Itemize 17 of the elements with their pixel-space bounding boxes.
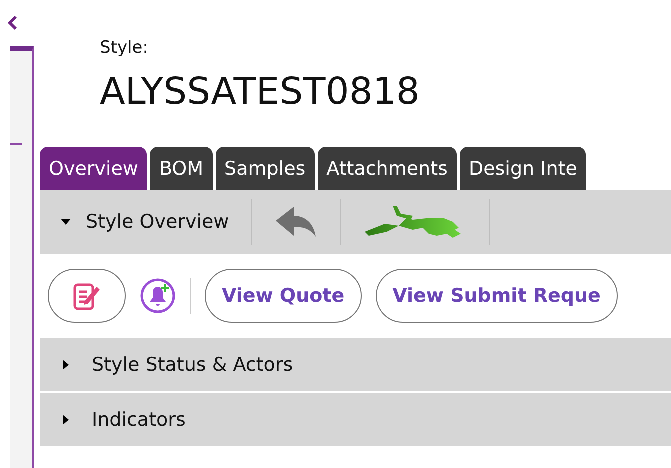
tab[interactable]: BOM (150, 147, 213, 190)
action-button[interactable]: View Quote (205, 269, 362, 323)
bell-add-icon[interactable] (140, 278, 176, 314)
tab[interactable]: Design Inte (460, 147, 586, 190)
edit-button[interactable] (48, 269, 126, 323)
style-title: ALYSSATEST0818 (100, 70, 421, 113)
field-label: Style: (100, 38, 150, 58)
tab[interactable]: Samples (216, 147, 315, 190)
edit-note-icon (73, 281, 101, 311)
reply-arrow-icon (274, 205, 318, 239)
section-toggle[interactable]: Style Overview (40, 211, 252, 233)
section-header[interactable]: Indicators (40, 393, 671, 446)
chevron-left-icon[interactable] (8, 15, 18, 31)
tab[interactable]: Overview (40, 147, 148, 190)
action-button[interactable]: View Submit Reque (376, 269, 618, 323)
section-header[interactable]: Style Status & Actors (40, 338, 671, 391)
tab[interactable]: Attachments (318, 147, 457, 190)
